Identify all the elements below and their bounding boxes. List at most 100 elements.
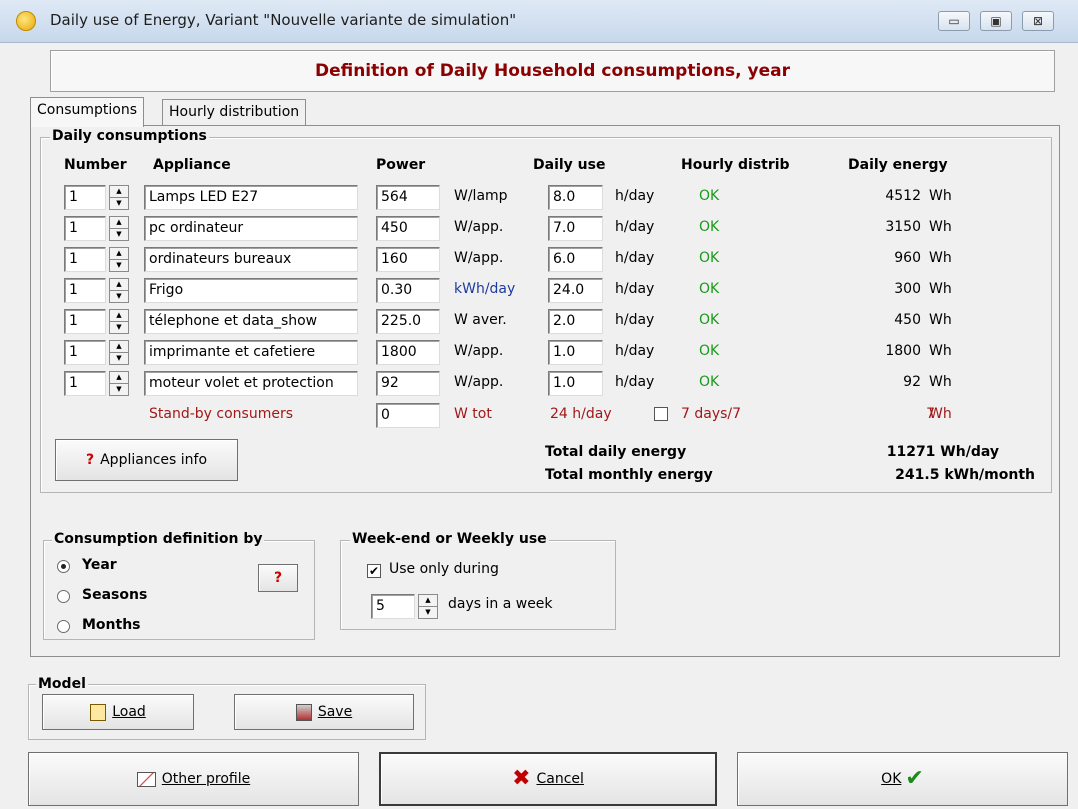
spin-down-icon[interactable]: ▼ (110, 353, 128, 364)
use-only-checkbox[interactable]: ✔ (367, 564, 381, 578)
power-unit: kWh/day (454, 281, 516, 297)
daily-use-input[interactable]: 8.0 (548, 185, 603, 210)
ok-button[interactable]: OK ✔ (737, 752, 1068, 806)
other-profile-button[interactable]: Other profile (28, 752, 359, 806)
hourly-distrib-status[interactable]: OK (699, 281, 719, 297)
spin-up-icon[interactable]: ▲ (110, 310, 128, 322)
days-stepper[interactable]: ▲ ▼ (418, 594, 438, 619)
power-input[interactable]: 160 (376, 247, 440, 272)
number-input[interactable]: 1 (64, 247, 106, 272)
hourly-distrib-status[interactable]: OK (699, 374, 719, 390)
appliance-name-input[interactable]: Lamps LED E27 (144, 185, 358, 210)
save-button[interactable]: Save (234, 694, 414, 730)
number-input[interactable]: 1 (64, 309, 106, 334)
hourly-distrib-status[interactable]: OK (699, 250, 719, 266)
maximize-button[interactable]: ▣ (980, 11, 1012, 31)
col-daily-energy: Daily energy (848, 157, 948, 173)
daily-use-input[interactable]: 24.0 (548, 278, 603, 303)
tab-hourly-distribution[interactable]: Hourly distribution (162, 99, 307, 125)
standby-power-input[interactable]: 0 (376, 403, 440, 428)
spin-down-icon[interactable]: ▼ (110, 260, 128, 271)
standby-days-label: 7 days/7 (681, 406, 742, 422)
close-button[interactable]: ⊠ (1022, 11, 1054, 31)
spin-up-icon[interactable]: ▲ (419, 595, 437, 607)
maximize-icon: ▣ (990, 14, 1002, 28)
spin-up-icon[interactable]: ▲ (110, 217, 128, 229)
number-stepper[interactable]: ▲ ▼ (109, 340, 129, 365)
spin-down-icon[interactable]: ▼ (110, 198, 128, 209)
consumption-definition-title: Consumption definition by (52, 531, 265, 547)
daily-use-unit: h/day (615, 281, 655, 297)
number-stepper[interactable]: ▲ ▼ (109, 278, 129, 303)
power-unit: W/app. (454, 374, 504, 390)
appliance-name-input[interactable]: moteur volet et protection (144, 371, 358, 396)
number-input[interactable]: 1 (64, 185, 106, 210)
number-input[interactable]: 1 (64, 371, 106, 396)
save-label: Save (317, 704, 353, 720)
power-input[interactable]: 225.0 (376, 309, 440, 334)
tab-consumptions[interactable]: Consumptions (30, 97, 145, 127)
power-input[interactable]: 450 (376, 216, 440, 241)
power-input[interactable]: 564 (376, 185, 440, 210)
hourly-distrib-status[interactable]: OK (699, 188, 719, 204)
daily-use-input[interactable]: 2.0 (548, 309, 603, 334)
number-input[interactable]: 1 (64, 216, 106, 241)
power-input[interactable]: 0.30 (376, 278, 440, 303)
number-stepper[interactable]: ▲ ▼ (109, 216, 129, 241)
spin-down-icon[interactable]: ▼ (110, 322, 128, 333)
hourly-distrib-status[interactable]: OK (699, 343, 719, 359)
load-button[interactable]: Load (42, 694, 194, 730)
appliance-name-input[interactable]: télephone et data_show (144, 309, 358, 334)
daily-energy-unit: Wh (929, 188, 952, 204)
minimize-button[interactable]: ▭ (938, 11, 970, 31)
power-input[interactable]: 92 (376, 371, 440, 396)
cancel-button[interactable]: ✖ Cancel (379, 752, 717, 806)
spin-up-icon[interactable]: ▲ (110, 186, 128, 198)
appliance-name-input[interactable]: ordinateurs bureaux (144, 247, 358, 272)
number-input[interactable]: 1 (64, 340, 106, 365)
number-stepper[interactable]: ▲ ▼ (109, 247, 129, 272)
definition-help-button[interactable]: ? (258, 564, 298, 592)
radio-seasons[interactable] (57, 590, 70, 603)
checkmark-icon: ✔ (905, 766, 924, 791)
standby-days-checkbox[interactable] (654, 407, 668, 421)
other-profile-label: Other profile (161, 771, 251, 787)
daily-use-input[interactable]: 6.0 (548, 247, 603, 272)
daily-use-input[interactable]: 7.0 (548, 216, 603, 241)
col-power: Power (376, 157, 426, 173)
daily-use-unit: h/day (615, 219, 655, 235)
appliance-name-input[interactable]: Frigo (144, 278, 358, 303)
daily-energy-unit: Wh (929, 312, 952, 328)
spin-down-icon[interactable]: ▼ (110, 384, 128, 395)
hourly-distrib-status[interactable]: OK (699, 312, 719, 328)
radio-label: Months (82, 617, 141, 633)
days-in-week-input[interactable]: 5 (371, 594, 415, 619)
spin-up-icon[interactable]: ▲ (110, 279, 128, 291)
window-title: Daily use of Energy, Variant "Nouvelle v… (50, 11, 517, 29)
spin-down-icon[interactable]: ▼ (110, 291, 128, 302)
number-stepper[interactable]: ▲ ▼ (109, 309, 129, 334)
spin-up-icon[interactable]: ▲ (110, 248, 128, 260)
radio-year[interactable] (57, 560, 70, 573)
cancel-label: Cancel (536, 771, 584, 787)
daily-use-input[interactable]: 1.0 (548, 340, 603, 365)
power-input[interactable]: 1800 (376, 340, 440, 365)
appliance-name-input[interactable]: pc ordinateur (144, 216, 358, 241)
daily-energy-value: 960 (894, 250, 921, 266)
number-input[interactable]: 1 (64, 278, 106, 303)
spin-down-icon[interactable]: ▼ (419, 607, 437, 618)
radio-months[interactable] (57, 620, 70, 633)
spin-up-icon[interactable]: ▲ (110, 341, 128, 353)
daily-energy-unit: Wh (929, 281, 952, 297)
total-daily-label: Total daily energy (545, 444, 687, 460)
spin-up-icon[interactable]: ▲ (110, 372, 128, 384)
number-stepper[interactable]: ▲ ▼ (109, 185, 129, 210)
use-only-label: Use only during (389, 561, 499, 577)
daily-energy-value: 1800 (885, 343, 921, 359)
appliances-info-button[interactable]: ? Appliances info (55, 439, 238, 481)
appliance-name-input[interactable]: imprimante et cafetiere (144, 340, 358, 365)
daily-use-input[interactable]: 1.0 (548, 371, 603, 396)
spin-down-icon[interactable]: ▼ (110, 229, 128, 240)
hourly-distrib-status[interactable]: OK (699, 219, 719, 235)
number-stepper[interactable]: ▲ ▼ (109, 371, 129, 396)
